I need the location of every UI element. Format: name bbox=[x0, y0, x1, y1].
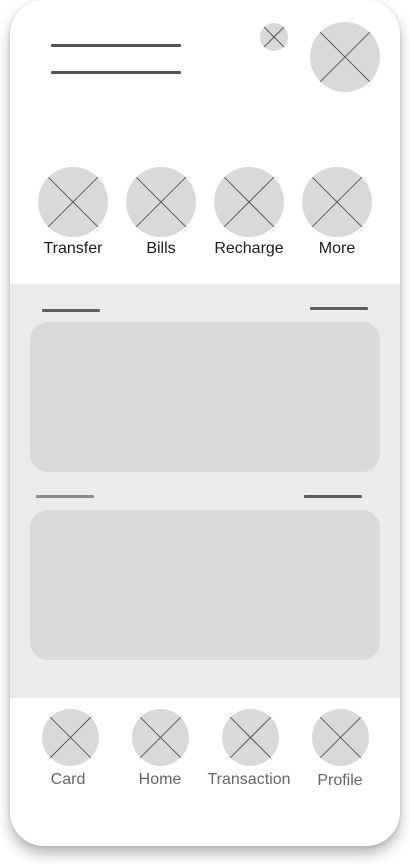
recharge-icon bbox=[214, 167, 284, 237]
card-placeholder[interactable] bbox=[30, 322, 380, 472]
more-icon bbox=[302, 167, 372, 237]
quick-action-label: Transfer bbox=[43, 240, 103, 257]
nav-item-label: Profile bbox=[317, 772, 363, 789]
nav-item-label: Home bbox=[138, 771, 182, 788]
transaction-icon bbox=[222, 709, 279, 766]
card-placeholder[interactable] bbox=[30, 510, 380, 660]
home-icon bbox=[132, 709, 189, 766]
quick-action-label: More bbox=[318, 240, 356, 257]
nav-item-label: Transaction bbox=[207, 771, 291, 788]
content-area bbox=[10, 284, 400, 698]
bottom-navigation: Card Home Transaction Profile bbox=[10, 698, 400, 846]
card-icon bbox=[42, 709, 99, 766]
menu-line-bottom bbox=[51, 71, 181, 74]
section-title-placeholder bbox=[42, 309, 100, 312]
quick-action-label: Bills bbox=[146, 240, 176, 257]
quick-action-label: Recharge bbox=[214, 240, 284, 257]
notification-icon[interactable] bbox=[260, 23, 288, 51]
section-title-placeholder bbox=[36, 495, 94, 498]
menu-icon[interactable] bbox=[48, 38, 184, 80]
phone-screen: Transfer Bills Recharge More Card Home T… bbox=[10, 0, 400, 846]
menu-line-top bbox=[51, 44, 181, 47]
section-link-placeholder[interactable] bbox=[304, 495, 362, 498]
profile-icon bbox=[312, 709, 369, 766]
bills-icon bbox=[126, 167, 196, 237]
nav-item-label: Card bbox=[50, 771, 86, 788]
avatar[interactable] bbox=[310, 22, 380, 92]
transfer-icon bbox=[38, 167, 108, 237]
section-link-placeholder[interactable] bbox=[310, 307, 368, 310]
